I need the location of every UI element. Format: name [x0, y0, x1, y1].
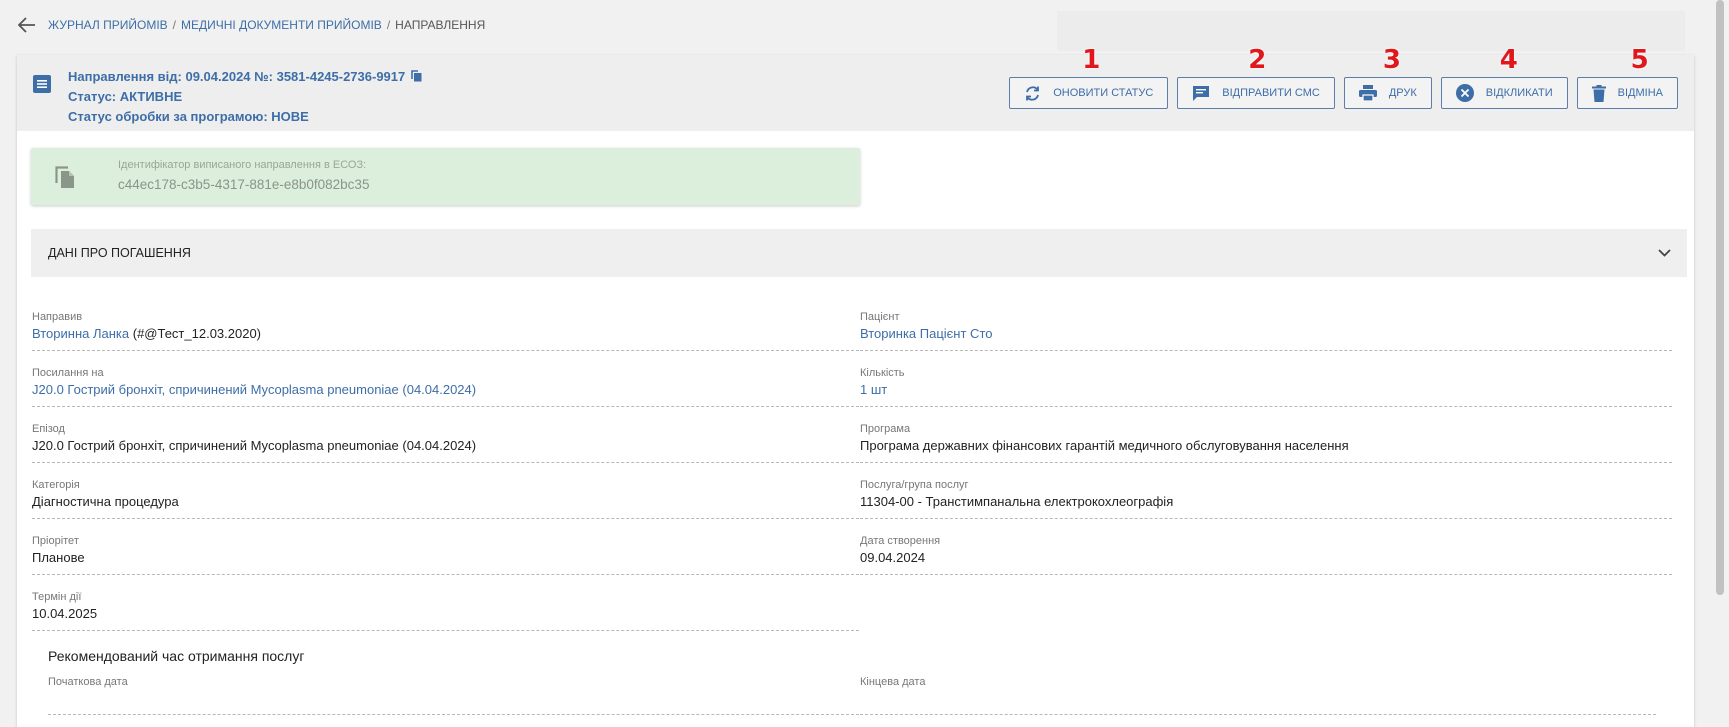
end-date-label: Кінцева дата: [860, 676, 926, 688]
field-program: Програма Програма державних фінансових г…: [860, 413, 1672, 463]
refresh-status-button[interactable]: 1 ОНОВИТИ СТАТУС: [1009, 45, 1169, 109]
annotation-number: 5: [1630, 45, 1649, 75]
withdraw-label: ВІДКЛИКАТИ: [1485, 87, 1553, 99]
referrer-link[interactable]: Вторинна Ланка: [32, 326, 129, 341]
referrer-suffix: (#@Тест_12.03.2020): [129, 326, 262, 341]
field-created-date: Дата створення 09.04.2024: [860, 525, 1672, 575]
field-service: Послуга/група послуг 11304-00 - Транстим…: [860, 469, 1672, 519]
annotation-number: 3: [1382, 45, 1401, 75]
withdraw-button[interactable]: 4 ВІДКЛИКАТИ: [1440, 45, 1568, 109]
annotation-number: 2: [1248, 45, 1267, 75]
card-header: Направлення від: 09.04.2024 №: 3581-4245…: [17, 45, 1694, 131]
field-value: Програма державних фінансових гарантій м…: [860, 438, 1349, 453]
field-value: 11304-00 - Транстимпанальна електрокохле…: [860, 494, 1174, 509]
field-label: Посилання на: [32, 367, 104, 379]
breadcrumb-separator: /: [172, 18, 177, 32]
chevron-down-icon: [1658, 246, 1671, 260]
breadcrumb-item-journal[interactable]: ЖУРНАЛ ПРИЙОМІВ: [48, 18, 168, 32]
field-label: Направив: [32, 311, 83, 323]
trash-icon: [1591, 84, 1606, 102]
breadcrumb: ЖУРНАЛ ПРИЙОМІВ / МЕДИЧНІ ДОКУМЕНТИ ПРИЙ…: [48, 18, 485, 32]
refresh-status-label: ОНОВИТИ СТАТУС: [1053, 87, 1154, 99]
field-value: J20.0 Гострий бронхіт, спричинений Mycop…: [32, 438, 477, 453]
cancel-circle-icon: [1455, 84, 1474, 102]
annotation-number: 1: [1082, 45, 1101, 75]
send-sms-button[interactable]: 2 ВІДПРАВИТИ СМС: [1177, 45, 1335, 109]
field-validity: Термін дії 10.04.2025: [32, 581, 859, 631]
field-referrer: Направив Вторинна Ланка (#@Тест_12.03.20…: [32, 301, 859, 351]
breadcrumb-separator: /: [386, 18, 391, 32]
annotation-number: 4: [1499, 45, 1518, 75]
copy-icon[interactable]: [55, 166, 75, 193]
reference-link[interactable]: J20.0 Гострий бронхіт, спричинений Mycop…: [32, 382, 476, 397]
copy-icon[interactable]: [411, 68, 422, 88]
field-quantity: Кількість 1 шт: [860, 357, 1672, 407]
patient-link[interactable]: Вторинка Пацієнт Сто: [860, 326, 992, 341]
referral-title: Направлення від: 09.04.2024 №: 3581-4245…: [68, 69, 406, 84]
esoz-id-label: Ідентифікатор виписаного направлення в Е…: [118, 159, 367, 171]
referral-status: Статус: АКТИВНЕ: [68, 89, 183, 105]
field-value: 09.04.2024: [860, 550, 926, 565]
message-icon: [1193, 85, 1210, 101]
quantity-link[interactable]: 1 шт: [860, 382, 887, 397]
field-value: Діагностична процедура: [32, 494, 179, 509]
esoz-id-value: c44ec178-c3b5-4317-881e-e8b0f082bc35: [118, 177, 370, 192]
referral-title-line: Направлення від: 09.04.2024 №: 3581-4245…: [68, 67, 422, 87]
cancel-label: ВІДМІНА: [1617, 87, 1663, 99]
print-button[interactable]: 3 ДРУК: [1343, 45, 1432, 109]
field-label: Кількість: [860, 367, 905, 379]
document-list-icon: [33, 75, 51, 98]
breadcrumb-item-referral: НАПРАВЛЕННЯ: [395, 18, 486, 32]
scrollbar-thumb[interactable]: [1716, 0, 1724, 595]
cancel-button[interactable]: 5 ВІДМІНА: [1576, 45, 1678, 109]
field-label: Програма: [860, 423, 911, 435]
print-label: ДРУК: [1388, 87, 1417, 99]
field-patient: Пацієнт Вторинка Пацієнт Сто: [860, 301, 1672, 351]
start-date-field[interactable]: Початкова дата: [48, 667, 859, 715]
recommended-time-heading: Рекомендований час отримання послуг: [48, 648, 305, 664]
field-label: Термін дії: [32, 591, 82, 603]
page-scrollbar[interactable]: [1711, 0, 1729, 727]
field-label: Категорія: [32, 479, 80, 491]
breadcrumb-item-medical-docs[interactable]: МЕДИЧНІ ДОКУМЕНТИ ПРИЙОМІВ: [181, 18, 382, 32]
field-category: Категорія Діагностична процедура: [32, 469, 859, 519]
field-label: Епізод: [32, 423, 65, 435]
field-episode: Епізод J20.0 Гострий бронхіт, спричинени…: [32, 413, 859, 463]
send-sms-label: ВІДПРАВИТИ СМС: [1222, 87, 1320, 99]
repayment-data-section[interactable]: ДАНІ ПРО ПОГАШЕННЯ: [31, 229, 1687, 277]
refresh-icon: [1026, 85, 1040, 101]
esoz-id-box: Ідентифікатор виписаного направлення в Е…: [31, 148, 860, 205]
field-value: Вторинна Ланка (#@Тест_12.03.2020): [32, 326, 261, 341]
field-label: Пацієнт: [860, 311, 900, 323]
field-value: 10.04.2025: [32, 606, 98, 621]
section-title: ДАНІ ПРО ПОГАШЕННЯ: [48, 246, 191, 260]
field-label: Пріорітет: [32, 535, 79, 547]
field-priority: Пріорітет Планове: [32, 525, 859, 575]
print-icon: [1358, 85, 1377, 101]
field-reference: Посилання на J20.0 Гострий бронхіт, спри…: [32, 357, 859, 407]
end-date-field[interactable]: Кінцева дата: [860, 667, 1656, 715]
referral-card: Направлення від: 09.04.2024 №: 3581-4245…: [17, 45, 1694, 727]
arrow-back-icon[interactable]: [18, 15, 38, 35]
start-date-label: Початкова дата: [48, 676, 128, 688]
header-info: Направлення від: 09.04.2024 №: 3581-4245…: [68, 67, 422, 126]
action-toolbar: 1 ОНОВИТИ СТАТУС 2 ВІДПРАВИТИ СМС 3 ДРУК…: [1009, 45, 1678, 109]
ghost-panel: [1057, 11, 1685, 51]
field-value: Планове: [32, 550, 85, 565]
program-status: Статус обробки за програмою: НОВЕ: [68, 108, 309, 124]
field-label: Дата створення: [860, 535, 941, 547]
field-label: Послуга/група послуг: [860, 479, 969, 491]
